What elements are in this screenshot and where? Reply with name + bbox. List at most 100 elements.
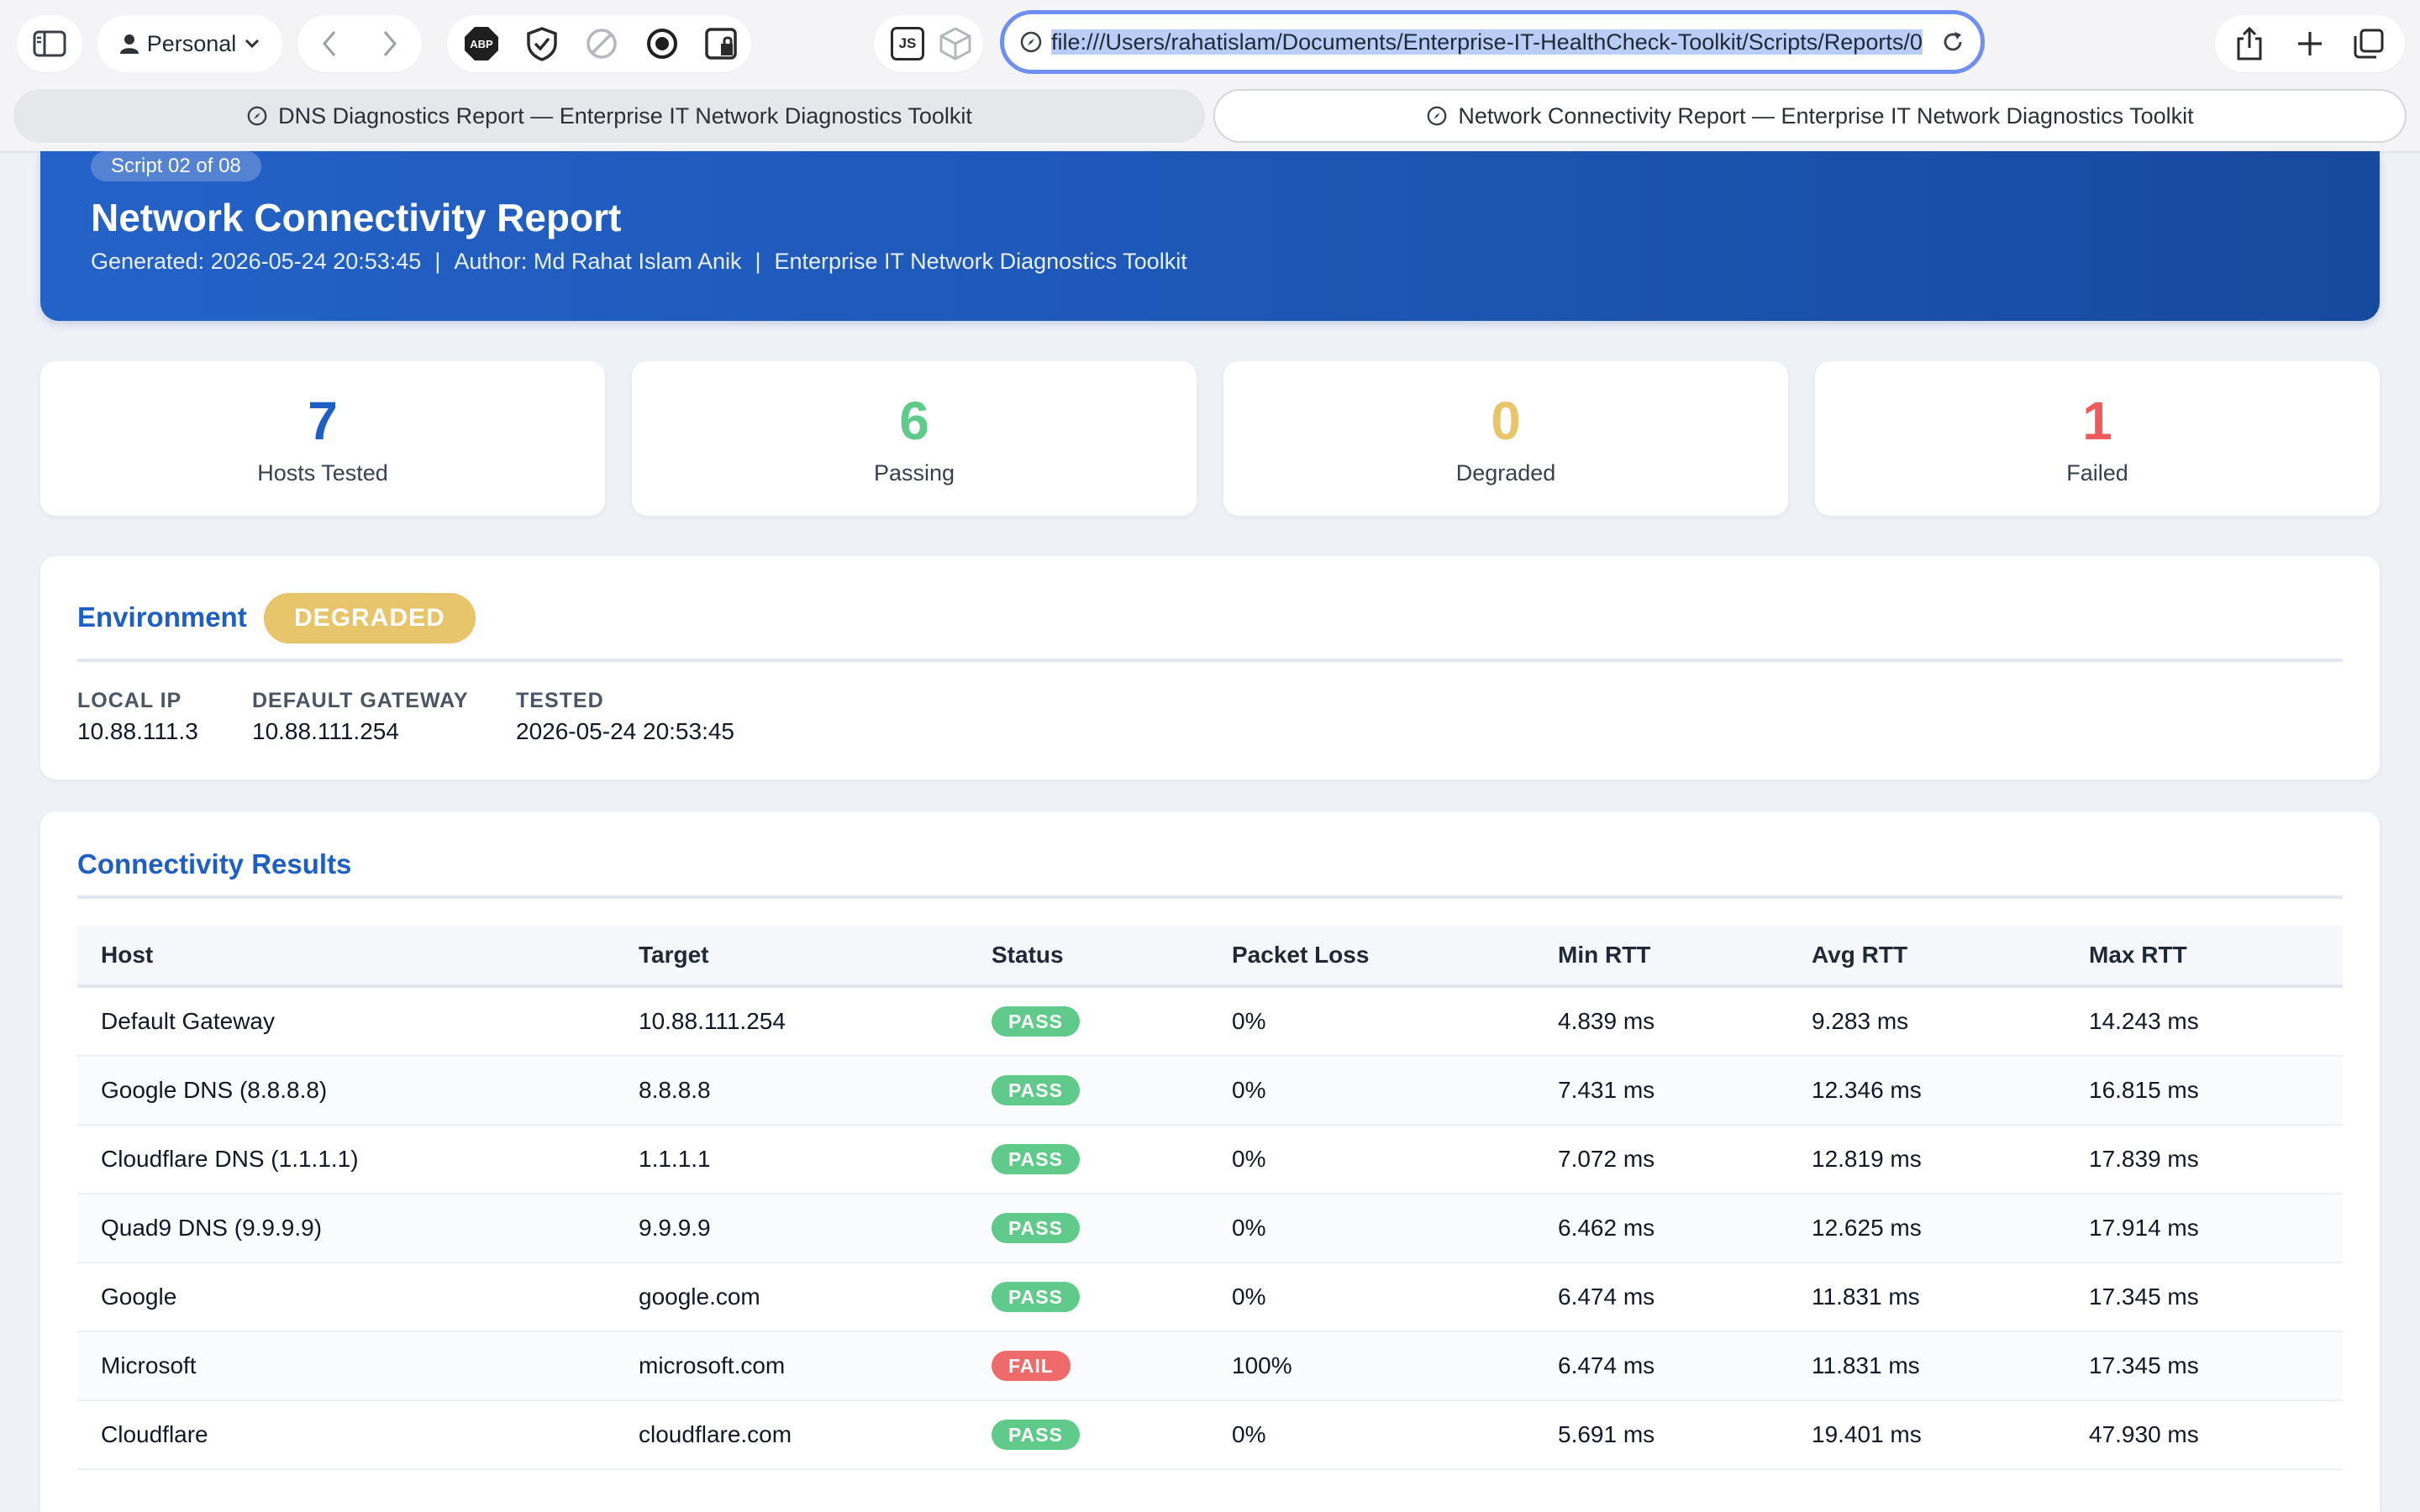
column-header: Host [77, 926, 615, 988]
history-nav [297, 15, 422, 72]
table-cell: PASS [968, 1400, 1208, 1470]
environment-title: Environment [77, 601, 247, 633]
table-cell: Cloudflare [77, 1400, 615, 1470]
table-cell: 10.88.111.254 [615, 986, 968, 1057]
status-badge: PASS [992, 1006, 1080, 1037]
table-cell: 47.930 ms [2065, 1400, 2343, 1470]
column-header: Status [968, 926, 1208, 988]
table-cell: 0% [1208, 986, 1534, 1057]
url-text[interactable]: file:///Users/rahatislam/Documents/Enter… [1051, 29, 1932, 55]
forward-arrow-icon[interactable] [381, 30, 398, 57]
table-row: Cloudflare cloudflare.com PASS 0% 5.691 ms 19… [77, 1400, 2343, 1470]
tab-dns-diagnostics[interactable]: DNS Diagnostics Report — Enterprise IT N… [13, 89, 1205, 143]
table-cell: PASS [968, 1194, 1208, 1263]
share-icon[interactable] [2235, 27, 2264, 60]
table-cell: 7.072 ms [1534, 1125, 1788, 1194]
stat-label: Failed [2066, 460, 2128, 486]
cube-icon[interactable] [938, 26, 973, 61]
table-cell: 0% [1208, 1263, 1534, 1332]
table-row: Google DNS (8.8.8.8) 8.8.8.8 PASS 0% 7.431 m… [77, 1056, 2343, 1126]
table-cell: PASS [968, 1125, 1208, 1194]
sidebar-toggle-button[interactable] [17, 15, 82, 72]
table-row: Default Gateway 10.88.111.254 PASS 0% 4.839 … [77, 986, 2343, 1057]
lock-icon[interactable] [704, 27, 738, 60]
connectivity-results-card: Connectivity Results Host Target Status Pac… [40, 811, 2380, 1512]
results-title: Connectivity Results [77, 848, 352, 879]
table-cell: FAIL [968, 1331, 1208, 1401]
column-header: Avg RTT [1788, 926, 2065, 988]
table-cell: 6.462 ms [1534, 1194, 1788, 1263]
stat-degraded: 0 Degraded [1223, 361, 1788, 516]
address-bar[interactable]: file:///Users/rahatislam/Documents/Enter… [1000, 10, 1985, 74]
report-meta: Generated: 2026-05-24 20:53:45 | Author: M… [91, 249, 1187, 275]
table-cell: 17.345 ms [2065, 1331, 2343, 1401]
env-label: TESTED [516, 689, 604, 712]
table-cell: 12.346 ms [1788, 1056, 2065, 1126]
table-cell: 0% [1208, 1125, 1534, 1194]
table-cell: 0% [1208, 1400, 1534, 1470]
table-body: Default Gateway 10.88.111.254 PASS 0% 4.839 … [77, 986, 2343, 1470]
table-cell: PASS [968, 986, 1208, 1057]
table-row: Quad9 DNS (9.9.9.9) 9.9.9.9 PASS 0% 6.462 ms… [77, 1194, 2343, 1263]
report-header: Script 02 of 08 Network Connectivity Rep… [40, 151, 2380, 321]
script-badge: Script 02 of 08 [91, 151, 261, 181]
env-field-local-ip: LOCAL IP 10.88.111.3 [77, 689, 198, 745]
table-cell: 6.474 ms [1534, 1331, 1788, 1401]
table-cell: 0% [1208, 1056, 1534, 1126]
env-value: 2026-05-24 20:53:45 [516, 718, 734, 744]
extensions-bar: ABP [447, 15, 751, 72]
person-icon [119, 34, 139, 54]
compass-icon [1427, 106, 1447, 126]
vpn-icon[interactable] [524, 26, 560, 61]
profile-name: Personal [146, 30, 237, 56]
table-cell: 4.839 ms [1534, 986, 1788, 1057]
table-cell: 12.625 ms [1788, 1194, 2065, 1263]
section-divider [77, 895, 2343, 899]
stat-value: 1 [2082, 391, 2112, 451]
tab-title: DNS Diagnostics Report — Enterprise IT N… [278, 102, 972, 129]
table-cell: 17.839 ms [2065, 1125, 2343, 1194]
chevron-down-icon [245, 39, 260, 49]
page-tools: JS [874, 15, 983, 72]
generated-timestamp: Generated: 2026-05-24 20:53:45 [91, 249, 422, 274]
adblock-icon[interactable]: ABP [464, 26, 499, 61]
plus-icon[interactable] [2296, 29, 2324, 58]
column-header: Target [615, 926, 968, 988]
blocked-icon[interactable] [585, 27, 618, 60]
table-cell: cloudflare.com [615, 1400, 968, 1470]
table-cell: PASS [968, 1263, 1208, 1332]
environment-card: Environment DEGRADED LOCAL IP 10.88.111.… [40, 556, 2380, 780]
tab-network-connectivity[interactable]: Network Connectivity Report — Enterprise… [1213, 89, 2407, 143]
table-cell: 17.345 ms [2065, 1263, 2343, 1332]
table-cell: Microsoft [77, 1331, 615, 1401]
stat-failed: 1 Failed [1815, 361, 2380, 516]
table-cell: 1.1.1.1 [615, 1125, 968, 1194]
table-row: Google google.com PASS 0% 6.474 ms 11.831 ms 1… [77, 1263, 2343, 1332]
environment-status-badge: DEGRADED [264, 593, 476, 643]
summary-stats: 7 Hosts Tested 6 Passing 0 Degraded 1 Fa… [40, 361, 2380, 516]
table-cell: Google [77, 1263, 615, 1332]
browser-toolbar: Personal ABP JS file:///Users/rahatislam… [0, 0, 2420, 87]
record-icon[interactable] [645, 27, 679, 60]
url-selection: file:///Users/rahatislam/Documents/Enter… [1051, 29, 1923, 55]
tab-overview-icon[interactable] [2353, 28, 2385, 60]
status-badge: PASS [992, 1075, 1080, 1105]
table-cell: 11.831 ms [1788, 1263, 2065, 1332]
profile-switcher[interactable]: Personal [97, 15, 282, 72]
back-arrow-icon[interactable] [321, 30, 338, 57]
javascript-icon[interactable]: JS [891, 27, 924, 60]
stat-label: Degraded [1455, 460, 1556, 486]
table-cell: 0% [1208, 1194, 1534, 1263]
status-badge: PASS [992, 1213, 1080, 1243]
table-cell: 7.431 ms [1534, 1056, 1788, 1126]
env-label: LOCAL IP [77, 689, 182, 712]
table-cell: 9.283 ms [1788, 986, 2065, 1057]
status-badge: PASS [992, 1144, 1080, 1174]
status-badge: PASS [992, 1282, 1080, 1312]
table-cell: microsoft.com [615, 1331, 968, 1401]
status-badge: PASS [992, 1420, 1080, 1450]
toolkit-name: Enterprise IT Network Diagnostics Toolki… [774, 249, 1187, 274]
table-cell: Google DNS (8.8.8.8) [77, 1056, 615, 1126]
reload-icon[interactable] [1940, 29, 1965, 55]
tab-title: Network Connectivity Report — Enterprise… [1458, 102, 2194, 129]
